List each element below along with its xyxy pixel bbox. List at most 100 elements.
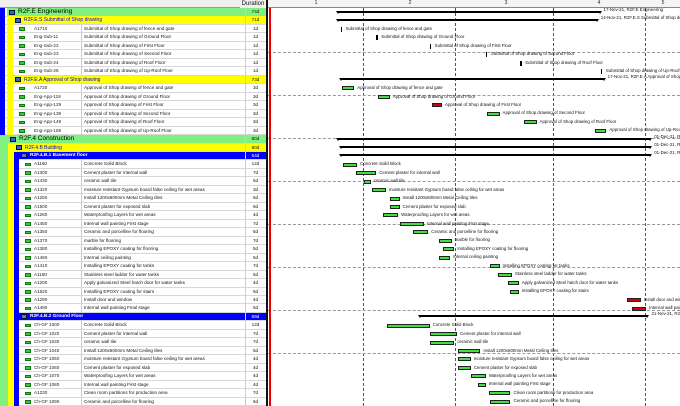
activity-bar[interactable] [443,247,455,252]
task-row[interactable]: Ch-GF 1050 moisture resistant Gypsum boar… [0,355,266,364]
task-row[interactable]: Eng-Sub-11 Submittal of Shop drawing of G… [0,33,266,42]
group-row[interactable]: R2F.4.B.1 Basement floor 54d [0,151,266,161]
summary-bar[interactable] [335,137,653,141]
activity-bar[interactable] [413,230,429,235]
activity-bar[interactable] [520,60,522,66]
task-row[interactable]: A1260 Waterproofing Layers for wet areas 4… [0,211,266,220]
activity-bar[interactable] [498,272,512,277]
activity-bar[interactable] [439,255,451,260]
activity-bar[interactable] [377,94,390,99]
activity-bar[interactable] [595,128,607,133]
activity-bar[interactable] [429,43,432,49]
wbs-icon[interactable] [10,136,16,142]
activity-bar[interactable] [487,111,500,116]
summary-bar[interactable] [335,10,602,14]
task-row[interactable]: A1200 Apply galvanized Steel hatch door f… [0,279,266,288]
activity-bar[interactable] [341,86,355,91]
activity-bar[interactable] [383,213,399,218]
activity-bar[interactable] [363,179,371,184]
activity-bar[interactable] [477,382,486,387]
activity-bar[interactable] [507,281,519,286]
activity-bar[interactable] [470,374,486,379]
activity-bar[interactable] [429,340,455,345]
activity-bar[interactable] [439,238,452,243]
summary-bar[interactable] [338,146,652,150]
activity-bar[interactable] [489,264,500,269]
task-row[interactable]: Eng-App-119 Approval of Shop drawing of G… [0,92,266,102]
wbs-icon[interactable] [16,145,22,151]
task-row[interactable]: A1720 Approval of Shop drawing of fence a… [0,84,266,93]
group-row[interactable]: R2F.E Engineering 74d [0,8,266,17]
duration-column-header[interactable]: Duration [240,0,266,8]
activity-bar[interactable] [489,399,511,404]
activity-bar[interactable] [524,120,537,125]
task-row[interactable]: A1430 ceramic wall tile 5d [0,177,266,186]
summary-bar[interactable] [335,18,599,22]
activity-bar[interactable] [485,52,488,58]
task-row[interactable]: A1350 Ceramic and porcelline for flooring… [0,228,266,237]
task-row[interactable]: A1290 Install door and window 4d [0,295,266,305]
task-row[interactable]: Ch-GF 1020 Cement plaster for internal wa… [0,329,266,339]
activity-bar[interactable] [429,332,458,337]
task-row[interactable]: Eng-App-129 Approval of Shop drawing of F… [0,101,266,110]
task-row[interactable]: A1380 Installing EPOXY coating for floori… [0,245,266,254]
activity-bar[interactable] [340,26,343,32]
critical-activity-bar[interactable] [632,306,647,311]
group-row[interactable]: R2F.4.B.2 Ground Floor 69d [0,312,266,322]
task-row[interactable]: A1500 Cement plaster for exposed slab 6d [0,202,266,212]
activity-bar[interactable] [389,196,400,201]
task-row[interactable]: A1250 Install 1200x600mm Metal Ceiling ti… [0,194,266,203]
task-row[interactable]: Ch-GF 1040 Install 1200x600mm Metal Ceili… [0,346,266,356]
task-row[interactable]: A1370 marble for flooring 7d [0,236,266,246]
task-row[interactable]: A1410 Installing EPOXY coating for tanks 7… [0,262,266,271]
task-row[interactable]: Ch-GF 1060 Cement plaster for exposed sla… [0,363,266,373]
task-row[interactable]: A1160 Concrete Solid Block 12d [0,160,266,169]
activity-bar[interactable] [389,205,400,209]
summary-bar[interactable] [418,315,650,319]
activity-bar[interactable] [399,221,425,226]
activity-bar[interactable] [458,357,471,362]
task-row[interactable]: Eng-Sub-25 Submittal of Shop drawing of U… [0,67,266,76]
task-row[interactable]: Eng-Sub-22 Submittal of Shop drawing of F… [0,41,266,51]
activity-bar[interactable] [458,349,481,353]
activity-bar[interactable] [600,69,603,75]
activity-bar[interactable] [387,323,430,328]
group-row[interactable]: R2F.4 Construction 80d [0,135,266,144]
summary-bar[interactable] [338,78,606,82]
task-row[interactable]: A1490 Internal wall painting Final stage 5… [0,304,266,313]
task-row[interactable]: Ch-GF 1090 Ceramic and porcelline for flo… [0,397,266,406]
activity-bar[interactable] [355,171,377,176]
task-row[interactable]: A1300 Cement plaster for internal wall 7d [0,168,266,178]
group-row[interactable]: R2F.E.A Approval of Shop drawing 73d [0,75,266,85]
task-row[interactable]: Eng-App-139 Approval of Shop drawing of S… [0,109,266,119]
task-row[interactable]: A1450 Internal wall painting First stage 7… [0,219,266,229]
task-row[interactable]: A1230 Clean room partitions for productio… [0,389,266,398]
task-row[interactable]: A1460 Internal ceiling painting 5d [0,253,266,263]
activity-bar[interactable] [343,162,358,167]
activity-bar[interactable] [488,391,511,396]
task-row[interactable]: A1320 moisture resistant Gypsum board fal… [0,185,266,195]
task-row[interactable]: Ch-GF 1080 Internal wall painting First s… [0,380,266,390]
critical-activity-bar[interactable] [626,298,641,303]
task-row[interactable]: A1710 Submittal of Shop drawing of fence … [0,24,266,34]
task-row[interactable]: Ch-GF 1000 Concrete Solid Block 12d [0,321,266,330]
task-row[interactable]: Eng-App-159 Approval of Shop drawing of U… [0,126,266,136]
wbs-icon[interactable] [21,314,27,320]
task-row[interactable]: A1520 Installing EPOXY coating for stairs… [0,287,266,296]
wbs-icon[interactable] [15,77,21,83]
task-row[interactable]: Eng-App-149 Approval of Shop drawing of R… [0,118,266,127]
group-row[interactable]: R2F.E.S Submittal of Shop drawing 71d [0,16,266,25]
critical-activity-bar[interactable] [432,103,442,108]
activity-bar[interactable] [372,188,386,193]
wbs-icon[interactable] [15,17,21,23]
task-row[interactable]: A1180 Stainless steel ladder for water ta… [0,270,266,280]
activity-bar[interactable] [510,289,519,294]
task-row[interactable]: Ch-GF 1030 ceramic wall tile 7d [0,338,266,347]
task-row[interactable]: Eng-Sub-23 Submittal of Shop drawing of S… [0,50,266,59]
task-row[interactable]: Ch-GF 1070 Waterproofing Layers for wet a… [0,372,266,381]
wbs-icon[interactable] [21,153,27,159]
summary-bar[interactable] [338,154,652,158]
activity-bar[interactable] [458,365,471,370]
group-row[interactable]: R2F.4.B Building 80d [0,143,266,153]
task-row[interactable]: Eng-Sub-24 Submittal of Shop drawing of R… [0,58,266,68]
